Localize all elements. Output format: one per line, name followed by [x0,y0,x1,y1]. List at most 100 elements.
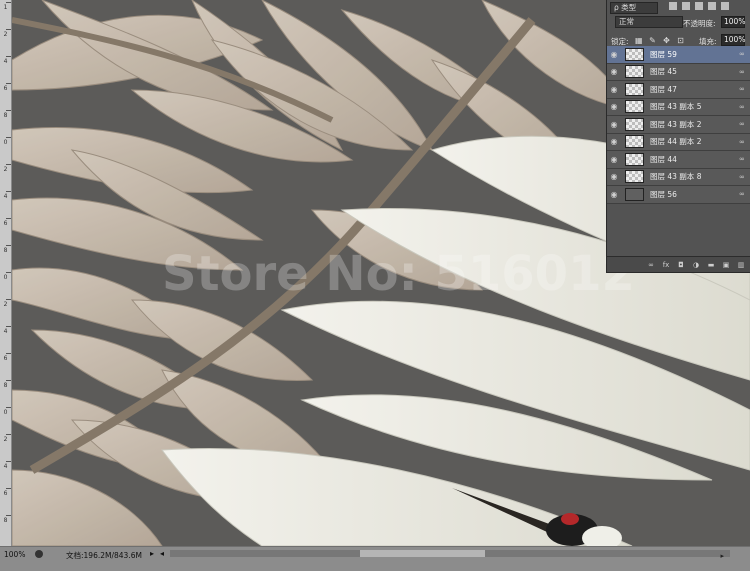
layer-thumbnail[interactable] [625,82,644,96]
fill-input[interactable]: 100% [721,34,745,46]
layer-name[interactable]: 图层 45 [650,66,739,77]
layer-filter-select[interactable]: ρ 类型 [610,2,658,14]
filter-smart-icon[interactable] [721,2,729,10]
status-circle-icon[interactable] [35,550,43,558]
ruler-tick: 8 [0,380,11,389]
filter-adjust-icon[interactable] [682,2,690,10]
layer-row[interactable]: ◉ 图层 43 副本 8 ∞ [607,168,750,186]
ruler-tick: 6 [0,218,11,227]
ruler-tick: 4 [0,326,11,335]
layers-list: ◉ 图层 59 ∞ ◉ 图层 45 ∞ ◉ 图层 47 ∞ ◉ 图层 43 副本 5 ∞ ◉ 图层 43 … [607,46,750,204]
layer-name[interactable]: 图层 59 [650,49,739,60]
visibility-eye-icon[interactable]: ◉ [607,85,621,94]
layer-row[interactable]: ◉ 图层 44 ∞ [607,151,750,169]
layer-link-icon: ∞ [739,172,745,181]
ruler-tick: 6 [0,83,11,92]
layer-thumbnail[interactable] [625,47,644,61]
layer-row[interactable]: ◉ 图层 44 副本 2 ∞ [607,133,750,151]
layer-row[interactable]: ◉ 图层 43 副本 2 ∞ [607,116,750,134]
visibility-eye-icon[interactable]: ◉ [607,102,621,111]
ruler-tick: 2 [0,434,11,443]
link-icon[interactable]: ∞ [647,261,655,269]
ruler-tick: 2 [0,29,11,38]
layer-row[interactable]: ◉ 图层 56 ∞ [607,186,750,204]
ruler-tick: 0 [0,137,11,146]
lock-position-icon[interactable]: ✥ [663,37,670,45]
layer-link-icon: ∞ [739,85,745,94]
ruler-tick: 1 [0,2,11,11]
visibility-eye-icon[interactable]: ◉ [607,172,621,181]
document-info: 文档:196.2M/843.6M [66,551,142,560]
layers-panel-footer: ∞ fx ◘ ◑ ▬ ▣ ▥ [607,256,750,272]
visibility-eye-icon[interactable]: ◉ [607,50,621,59]
layer-thumbnail[interactable] [625,187,644,201]
layer-name[interactable]: 图层 44 副本 2 [650,136,739,147]
mask-icon[interactable]: ◘ [677,261,685,269]
layer-row[interactable]: ◉ 图层 47 ∞ [607,81,750,99]
layer-link-icon: ∞ [739,155,745,164]
layer-row[interactable]: ◉ 图层 45 ∞ [607,63,750,81]
scroll-left-arrow-icon[interactable]: ◂ [160,549,164,558]
filter-pixel-icon[interactable] [669,2,677,10]
group-icon[interactable]: ▬ [707,261,715,269]
layer-thumbnail[interactable] [625,170,644,184]
layer-row[interactable]: ◉ 图层 43 副本 5 ∞ [607,98,750,116]
layer-thumbnail[interactable] [625,117,644,131]
scroll-right-arrow-icon[interactable]: ▸ [720,552,724,560]
layer-link-icon: ∞ [739,102,745,111]
layer-thumbnail[interactable] [625,152,644,166]
zoom-level[interactable]: 100% [4,550,25,559]
status-menu-arrow-icon[interactable]: ▸ [150,549,154,558]
layer-name[interactable]: 图层 56 [650,189,739,200]
ruler-tick: 8 [0,110,11,119]
layer-name[interactable]: 图层 44 [650,154,739,165]
layer-name[interactable]: 图层 43 副本 5 [650,101,739,112]
status-bar: 100% 文档:196.2M/843.6M ▸ ◂ ▸ [0,546,750,571]
lock-pixels-icon[interactable]: ✎ [649,37,656,45]
opacity-input[interactable]: 100% [721,16,745,28]
visibility-eye-icon[interactable]: ◉ [607,190,621,199]
watermark: Store No: 516012 [162,246,635,302]
layer-row[interactable]: ◉ 图层 59 ∞ [607,46,750,64]
horizontal-scrollbar[interactable]: ▸ [170,550,730,560]
layer-link-icon: ∞ [739,120,745,129]
visibility-eye-icon[interactable]: ◉ [607,67,621,76]
layer-thumbnail[interactable] [625,100,644,114]
ruler-tick: 4 [0,56,11,65]
layer-link-icon: ∞ [739,137,745,146]
blend-mode-select[interactable]: 正常 [615,16,683,28]
new-layer-icon[interactable]: ▣ [722,261,730,269]
ruler-tick: 4 [0,191,11,200]
trash-icon[interactable]: ▥ [737,261,745,269]
visibility-eye-icon[interactable]: ◉ [607,155,621,164]
vertical-ruler: 1 2 4 6 8 0 2 4 6 8 0 2 4 6 8 0 2 4 6 8 [0,0,12,546]
fx-icon[interactable]: fx [662,261,670,269]
ruler-tick: 6 [0,353,11,362]
ruler-tick: 2 [0,164,11,173]
ruler-tick: 8 [0,515,11,524]
layer-name[interactable]: 图层 47 [650,84,739,95]
layer-name[interactable]: 图层 43 副本 2 [650,119,739,130]
ruler-tick: 8 [0,245,11,254]
layer-link-icon: ∞ [739,67,745,76]
ruler-tick: 4 [0,461,11,470]
visibility-eye-icon[interactable]: ◉ [607,120,621,129]
adjustment-icon[interactable]: ◑ [692,261,700,269]
opacity-label: 不透明度: [683,19,716,28]
ruler-tick: 0 [0,272,11,281]
layer-thumbnail[interactable] [625,65,644,79]
horizontal-scrollbar-thumb[interactable] [360,550,485,557]
layers-panel: ρ 类型 正常 不透明度: 100% 锁定: ▦ ✎ ✥ ⊡ 填充: 100% … [606,0,750,273]
ruler-tick: 2 [0,299,11,308]
layer-name[interactable]: 图层 43 副本 8 [650,171,739,182]
ruler-tick: 0 [0,407,11,416]
lock-transparent-icon[interactable]: ▦ [635,37,643,45]
lock-all-icon[interactable]: ⊡ [677,37,684,45]
layer-thumbnail[interactable] [625,135,644,149]
layer-link-icon: ∞ [739,50,745,59]
visibility-eye-icon[interactable]: ◉ [607,137,621,146]
filter-shape-icon[interactable] [708,2,716,10]
layer-link-icon: ∞ [739,190,745,199]
ruler-tick: 6 [0,488,11,497]
filter-type-icon[interactable] [695,2,703,10]
